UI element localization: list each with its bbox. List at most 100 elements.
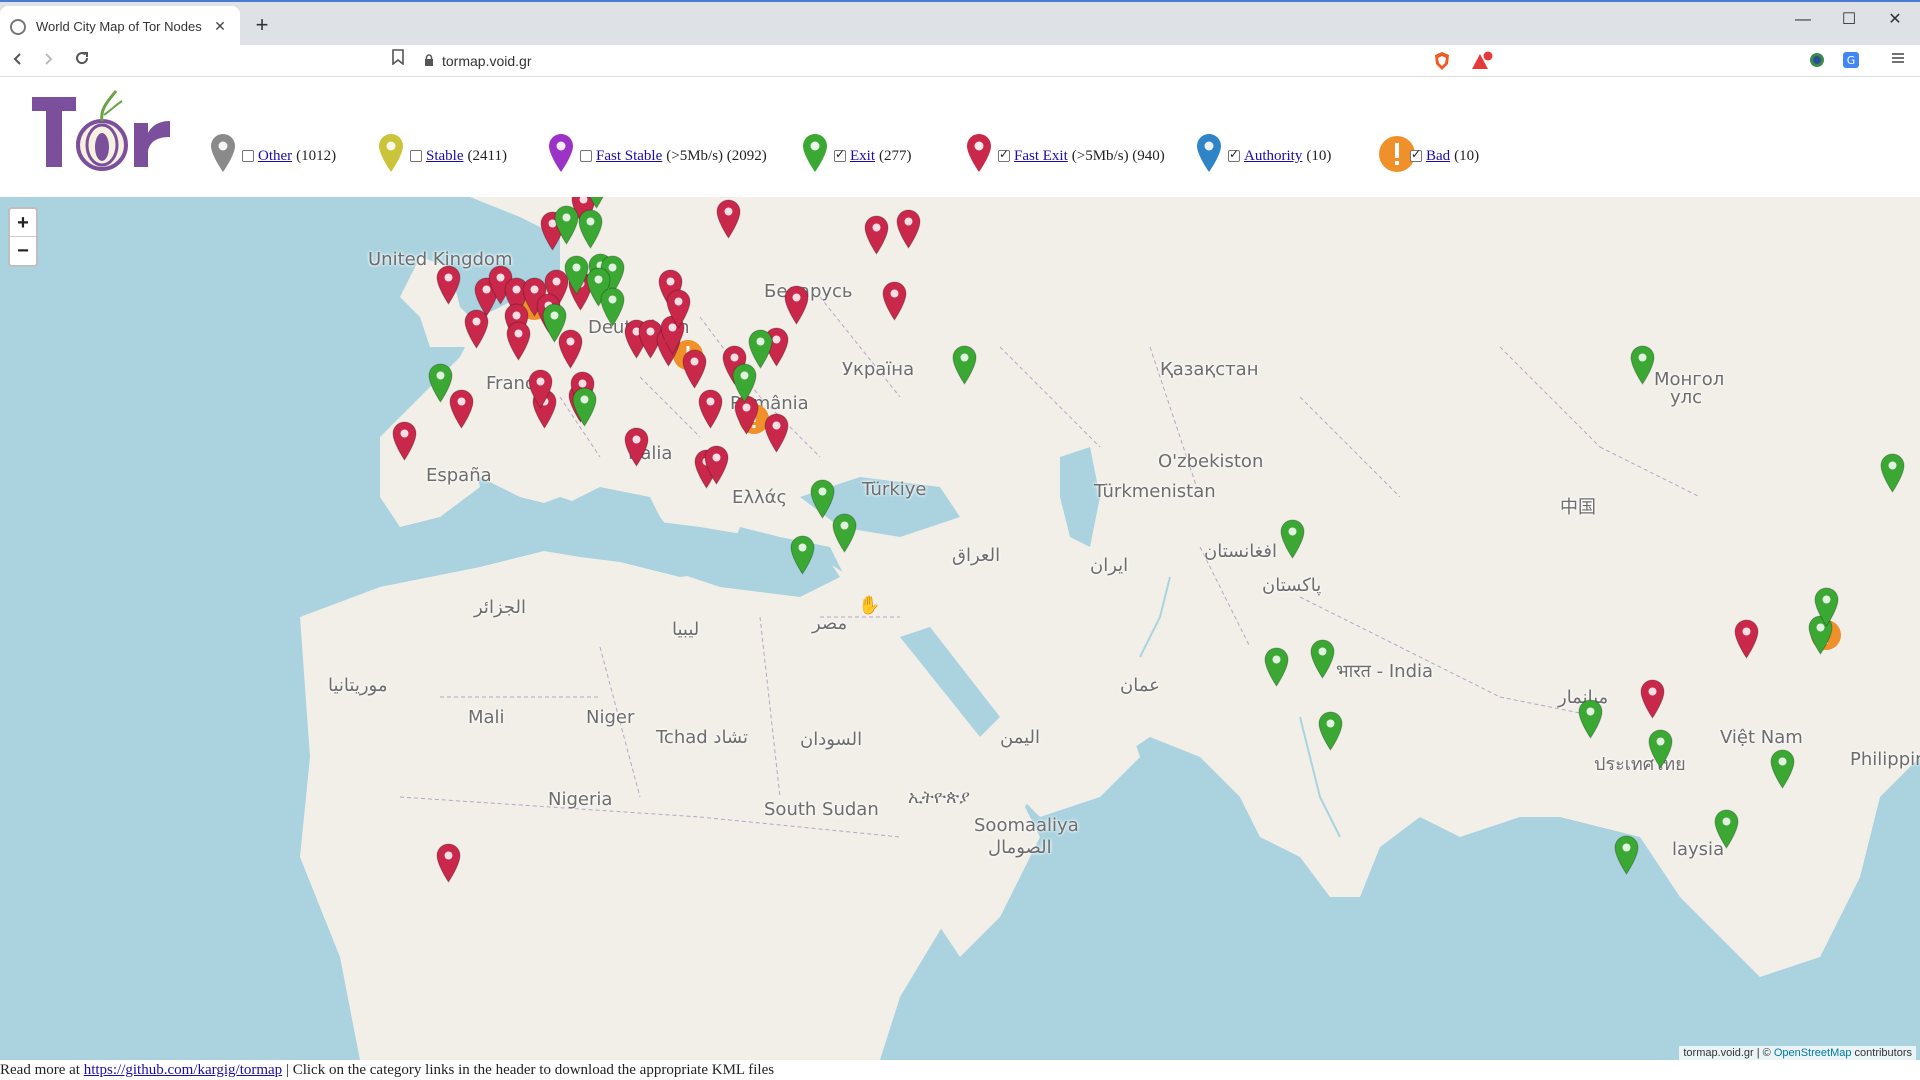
exit-marker-icon[interactable] — [1578, 699, 1603, 744]
place-label: भारत - India — [1336, 661, 1434, 682]
browser-tab[interactable]: World City Map of Tor Nodes ✕ — [0, 6, 240, 47]
fast-exit-marker-icon[interactable] — [1640, 679, 1665, 724]
exit-marker-icon[interactable] — [600, 287, 625, 332]
exit-marker-icon[interactable] — [1714, 809, 1739, 854]
legend-checkbox[interactable] — [1228, 147, 1240, 162]
place-label: پاکستان — [1262, 575, 1322, 596]
place-label: Philippin — [1850, 749, 1920, 770]
place-label: Türkmenistan — [1094, 481, 1216, 502]
fast-exit-marker-icon[interactable] — [698, 389, 723, 434]
legend-checkbox[interactable] — [834, 147, 846, 162]
legend-checkbox[interactable] — [998, 147, 1010, 162]
maximize-button[interactable]: ☐ — [1826, 6, 1872, 34]
fast-exit-marker-icon[interactable] — [1734, 619, 1759, 664]
osm-link[interactable]: OpenStreetMap — [1774, 1047, 1852, 1059]
legend-category-link[interactable]: Fast Stable — [596, 148, 662, 165]
legend-category-link[interactable]: Fast Exit — [1014, 148, 1068, 165]
fast-exit-marker-icon[interactable] — [864, 215, 889, 260]
exit-marker-icon[interactable] — [428, 363, 453, 408]
fast-exit-marker-icon[interactable] — [506, 321, 531, 366]
exit-marker-icon[interactable] — [732, 363, 757, 408]
footer-prefix: Read more at — [0, 1062, 84, 1078]
forward-arrow-icon[interactable] — [34, 47, 62, 75]
fast-exit-marker-icon[interactable] — [882, 281, 907, 326]
tab-title: World City Map of Tor Nodes — [36, 19, 202, 34]
exit-marker-icon[interactable] — [1280, 519, 1305, 564]
exit-marker-icon[interactable] — [1614, 835, 1639, 880]
minimize-button[interactable]: — — [1780, 6, 1826, 34]
place-label: Niger — [586, 707, 635, 728]
fast-exit-marker-icon[interactable] — [666, 289, 691, 334]
exit-marker-icon[interactable] — [1264, 647, 1289, 692]
brave-shield-icon[interactable] — [1432, 51, 1452, 71]
fast-exit-marker-icon[interactable] — [464, 309, 489, 354]
exit-marker-icon[interactable] — [1880, 453, 1905, 498]
legend-category-link[interactable]: Stable — [426, 148, 464, 165]
fast-exit-marker-icon[interactable] — [682, 349, 707, 394]
fast-exit-marker-icon[interactable] — [436, 265, 461, 310]
legend-category-link[interactable]: Exit — [850, 148, 875, 165]
exit-marker-icon[interactable] — [1310, 639, 1335, 684]
legend-checkbox[interactable] — [410, 150, 422, 162]
place-label: España — [426, 465, 492, 486]
legend-fast-exit-marker-icon — [966, 133, 992, 178]
exit-marker-icon[interactable] — [1630, 345, 1655, 390]
legend-checkbox[interactable] — [1410, 147, 1422, 162]
exit-marker-icon[interactable] — [832, 513, 857, 558]
place-label: عمان — [1120, 675, 1160, 696]
fast-exit-marker-icon[interactable] — [764, 413, 789, 458]
github-link[interactable]: https://github.com/kargig/tormap — [84, 1062, 282, 1078]
legend-count: (>5Mb/s) (2092) — [666, 148, 767, 164]
exit-marker-icon[interactable] — [1770, 749, 1795, 794]
place-label: افغانستان — [1204, 541, 1277, 562]
fast-exit-marker-icon[interactable] — [784, 285, 809, 330]
legend-checkbox[interactable] — [242, 150, 254, 162]
brave-rewards-icon[interactable] — [1470, 51, 1494, 71]
zoom-in-button[interactable]: + — [10, 209, 36, 237]
legend-other-marker-icon — [210, 133, 236, 178]
back-arrow-icon[interactable] — [4, 47, 32, 75]
place-label: ليبيا — [672, 619, 700, 640]
legend-checkbox[interactable] — [580, 150, 592, 162]
legend-category-link[interactable]: Bad — [1426, 148, 1450, 165]
exit-marker-icon[interactable] — [1648, 729, 1673, 774]
fast-exit-marker-icon[interactable] — [624, 427, 649, 472]
fast-exit-marker-icon[interactable] — [716, 199, 741, 244]
address-bar[interactable]: tormap.void.gr — [416, 48, 1426, 74]
exit-marker-icon[interactable] — [1318, 711, 1343, 756]
exit-marker-icon[interactable] — [554, 205, 579, 250]
exit-marker-icon[interactable] — [1814, 587, 1839, 632]
globe-icon — [10, 18, 26, 35]
legend-category-link[interactable]: Authority — [1244, 148, 1302, 165]
reload-icon[interactable] — [68, 47, 96, 75]
translate-icon[interactable]: G — [1842, 51, 1862, 71]
zoom-out-button[interactable]: − — [10, 237, 36, 265]
legend-authority-marker-icon — [1196, 133, 1222, 178]
place-label: الجزائر — [474, 597, 526, 618]
fast-exit-marker-icon[interactable] — [528, 369, 553, 414]
exit-marker-icon[interactable] — [790, 535, 815, 580]
world-map[interactable]: United Kingdom France España Italia Беларусь… — [0, 197, 1920, 1060]
menu-icon[interactable] — [1886, 47, 1910, 75]
legend-item: Bad(10) — [1410, 137, 1479, 165]
page-footer: Read more at https://github.com/kargig/t… — [0, 1060, 1920, 1080]
fast-exit-marker-icon[interactable] — [896, 209, 921, 254]
new-tab-button[interactable]: + — [248, 12, 276, 40]
legend-count: (10) — [1306, 148, 1332, 164]
exit-marker-icon[interactable] — [572, 387, 597, 432]
fast-exit-marker-icon[interactable] — [436, 843, 461, 888]
legend-count: (1012) — [296, 148, 337, 164]
extension-icon[interactable] — [1808, 51, 1828, 71]
window-close-button[interactable]: ✕ — [1872, 6, 1918, 34]
exit-marker-icon[interactable] — [542, 303, 567, 348]
exit-marker-icon[interactable] — [952, 345, 977, 390]
fast-exit-marker-icon[interactable] — [392, 421, 417, 466]
tor-logo — [32, 90, 170, 171]
exit-marker-icon[interactable] — [578, 209, 603, 254]
fast-exit-marker-icon[interactable] — [704, 445, 729, 490]
browser-toolbar: tormap.void.gr G — [0, 45, 1920, 77]
tab-close-button[interactable]: ✕ — [210, 18, 230, 35]
legend-category-link[interactable]: Other — [258, 148, 292, 165]
place-label: Қазақстан — [1160, 359, 1259, 380]
bookmark-icon[interactable] — [386, 47, 410, 75]
